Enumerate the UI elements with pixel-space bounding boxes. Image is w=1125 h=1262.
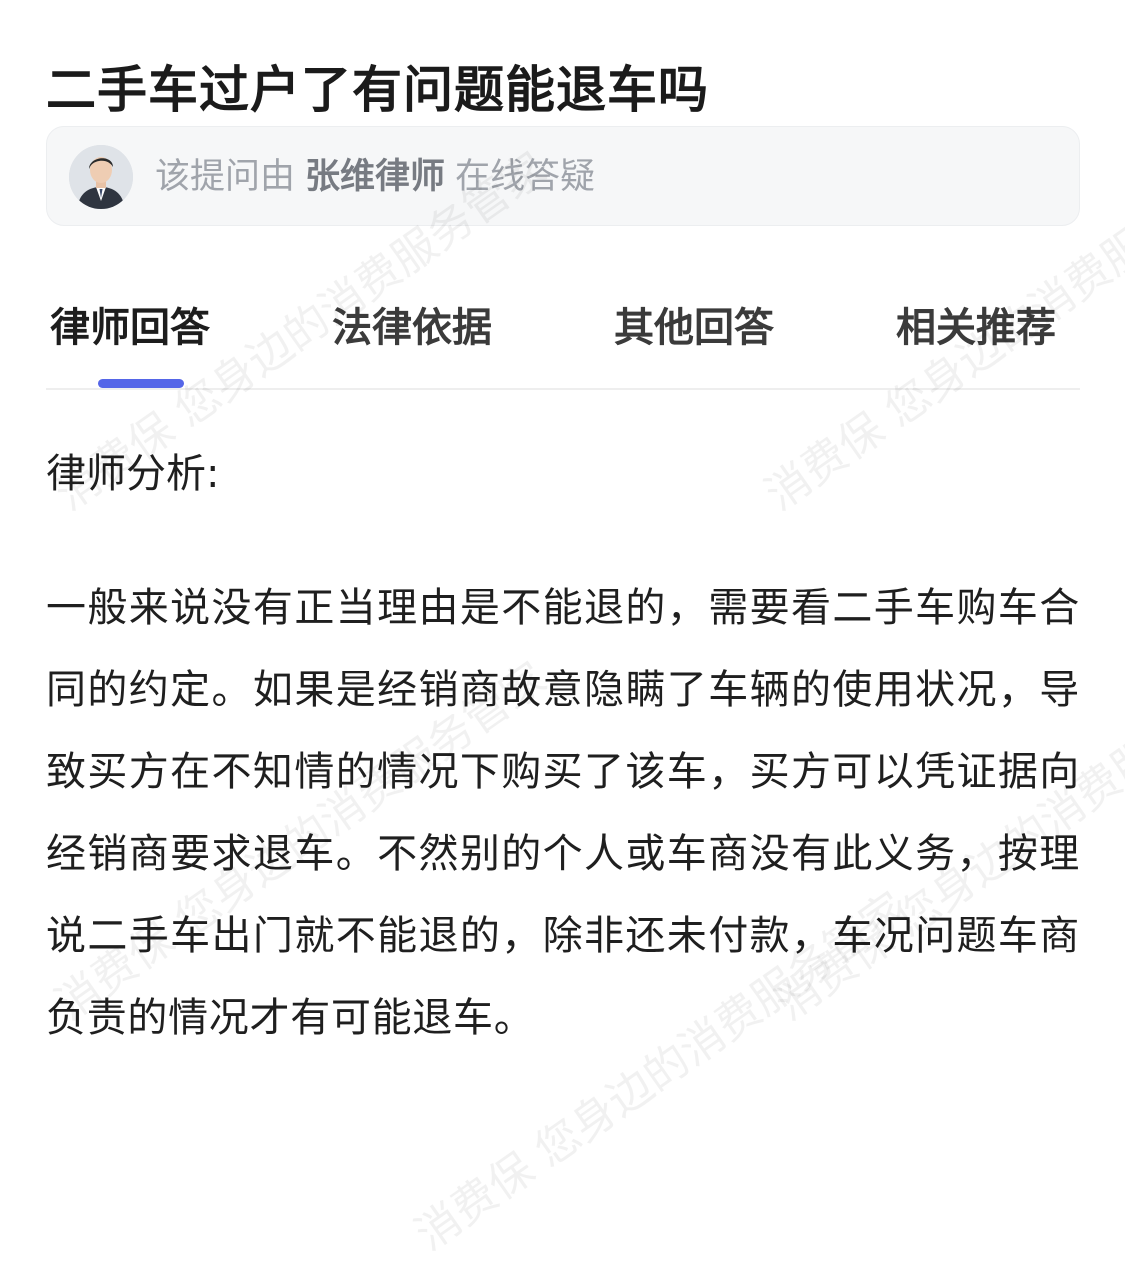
lawyer-name-link[interactable]: 张维律师 (305, 157, 445, 197)
answerer-card[interactable]: 该提问由 张维律师 在线答疑 (46, 126, 1080, 226)
lawyer-analysis-label: 律师分析: (46, 451, 220, 497)
active-tab-indicator (98, 379, 184, 388)
answerer-suffix: 在线答疑 (455, 157, 596, 197)
answer-tabs: 律师回答 法律依据 其他回答 相关推荐 (46, 296, 1080, 390)
tab-other-answers[interactable]: 其他回答 (614, 296, 774, 360)
answerer-prefix: 该提问由 (155, 157, 296, 197)
tab-related-recommendations[interactable]: 相关推荐 (896, 296, 1056, 360)
qa-page: 二手车过户了有问题能退车吗 该提问由 张维律师 在线答疑 律师回答 法律依据 其他回… (46, 0, 1080, 1189)
tab-legal-basis[interactable]: 法律依据 (332, 296, 492, 360)
answerer-text: 该提问由 张维律师 在线答疑 (155, 149, 595, 205)
avatar-illustration (69, 145, 133, 209)
person-avatar-icon[interactable] (69, 145, 133, 209)
tab-lawyer-answer[interactable]: 律师回答 (50, 296, 210, 360)
answer-body-text: 一般来说没有正当理由是不能退的，需要看二手车购车合同的约定。如果是经销商故意隐瞒… (46, 585, 1080, 1041)
question-title: 二手车过户了有问题能退车吗 (46, 60, 709, 119)
